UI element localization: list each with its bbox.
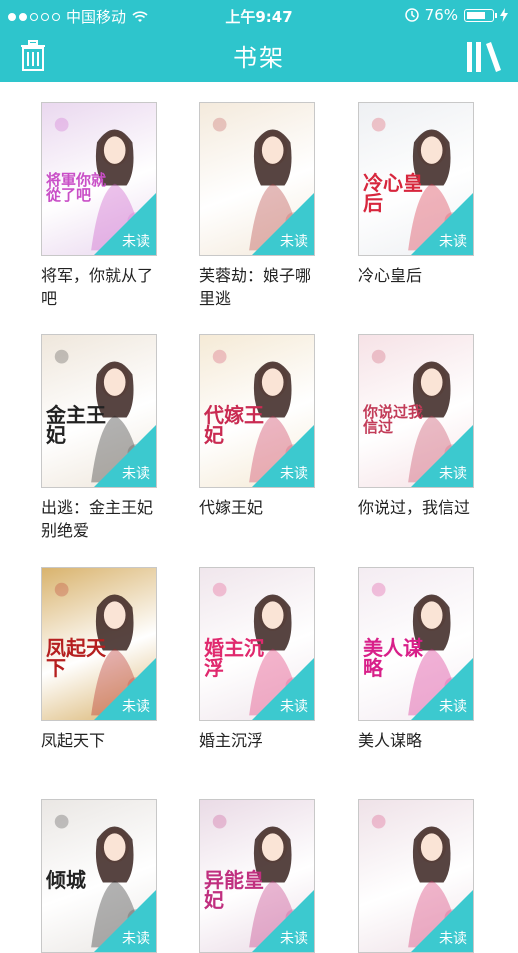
unread-label: 未读 [122,234,150,250]
cover-title-text: 倾城 [46,868,86,892]
page-title: 书架 [233,44,285,72]
book-title[interactable]: 婚主沉浮 [199,729,323,752]
book-title[interactable]: 美人谋略 [358,729,482,752]
book-cover[interactable]: 代嫁王妃 未读 [199,334,315,488]
alarm-icon [404,8,419,22]
book-title[interactable]: 将军，你就从了吧 [41,264,165,310]
status-bar: 中国移动 上午9:47 76% [0,0,518,30]
battery-icon [464,8,497,22]
unread-label: 未读 [280,699,308,715]
book-title[interactable]: 出逃：金主王妃别绝爱 [41,496,165,542]
book-title[interactable]: 凤起天下 [41,729,165,752]
book-title[interactable]: 代嫁王妃 [199,496,323,519]
book-title[interactable]: 芙蓉劫：娘子哪里逃 [199,264,323,310]
unread-label: 未读 [280,931,308,947]
book-cover[interactable]: 美人谋略 未读 [358,567,474,721]
book-title[interactable]: 你说过，我信过 [358,496,482,519]
book-cover[interactable]: 你说过我信过 未读 [358,334,474,488]
top-bar: 中国移动 上午9:47 76% 书架 [0,0,518,82]
unread-label: 未读 [280,466,308,482]
book-cover[interactable]: 金主王妃 未读 [41,334,157,488]
unread-label: 未读 [439,699,467,715]
book-cover[interactable]: 凤起天下 未读 [41,567,157,721]
library-icon[interactable] [466,42,502,72]
book-cover[interactable]: 未读 [358,799,474,953]
book-cover[interactable]: 异能皇妃 未读 [199,799,315,953]
unread-label: 未读 [439,234,467,250]
battery-percent: 76% [424,6,458,24]
book-cover[interactable]: 冷心皇后 未读 [358,102,474,256]
unread-label: 未读 [439,466,467,482]
book-cover[interactable]: 倾城未读 [41,799,157,953]
book-cover[interactable]: 婚主沉浮 未读 [199,567,315,721]
unread-label: 未读 [439,931,467,947]
book-cover[interactable]: 将軍你就從了吧 未读 [41,102,157,256]
unread-label: 未读 [122,931,150,947]
charging-icon [500,8,508,22]
unread-label: 未读 [280,234,308,250]
unread-label: 未读 [122,466,150,482]
nav-bar: 书架 [0,30,518,82]
book-cover[interactable]: 未读 [199,102,315,256]
unread-label: 未读 [122,699,150,715]
book-title[interactable]: 冷心皇后 [358,264,482,287]
